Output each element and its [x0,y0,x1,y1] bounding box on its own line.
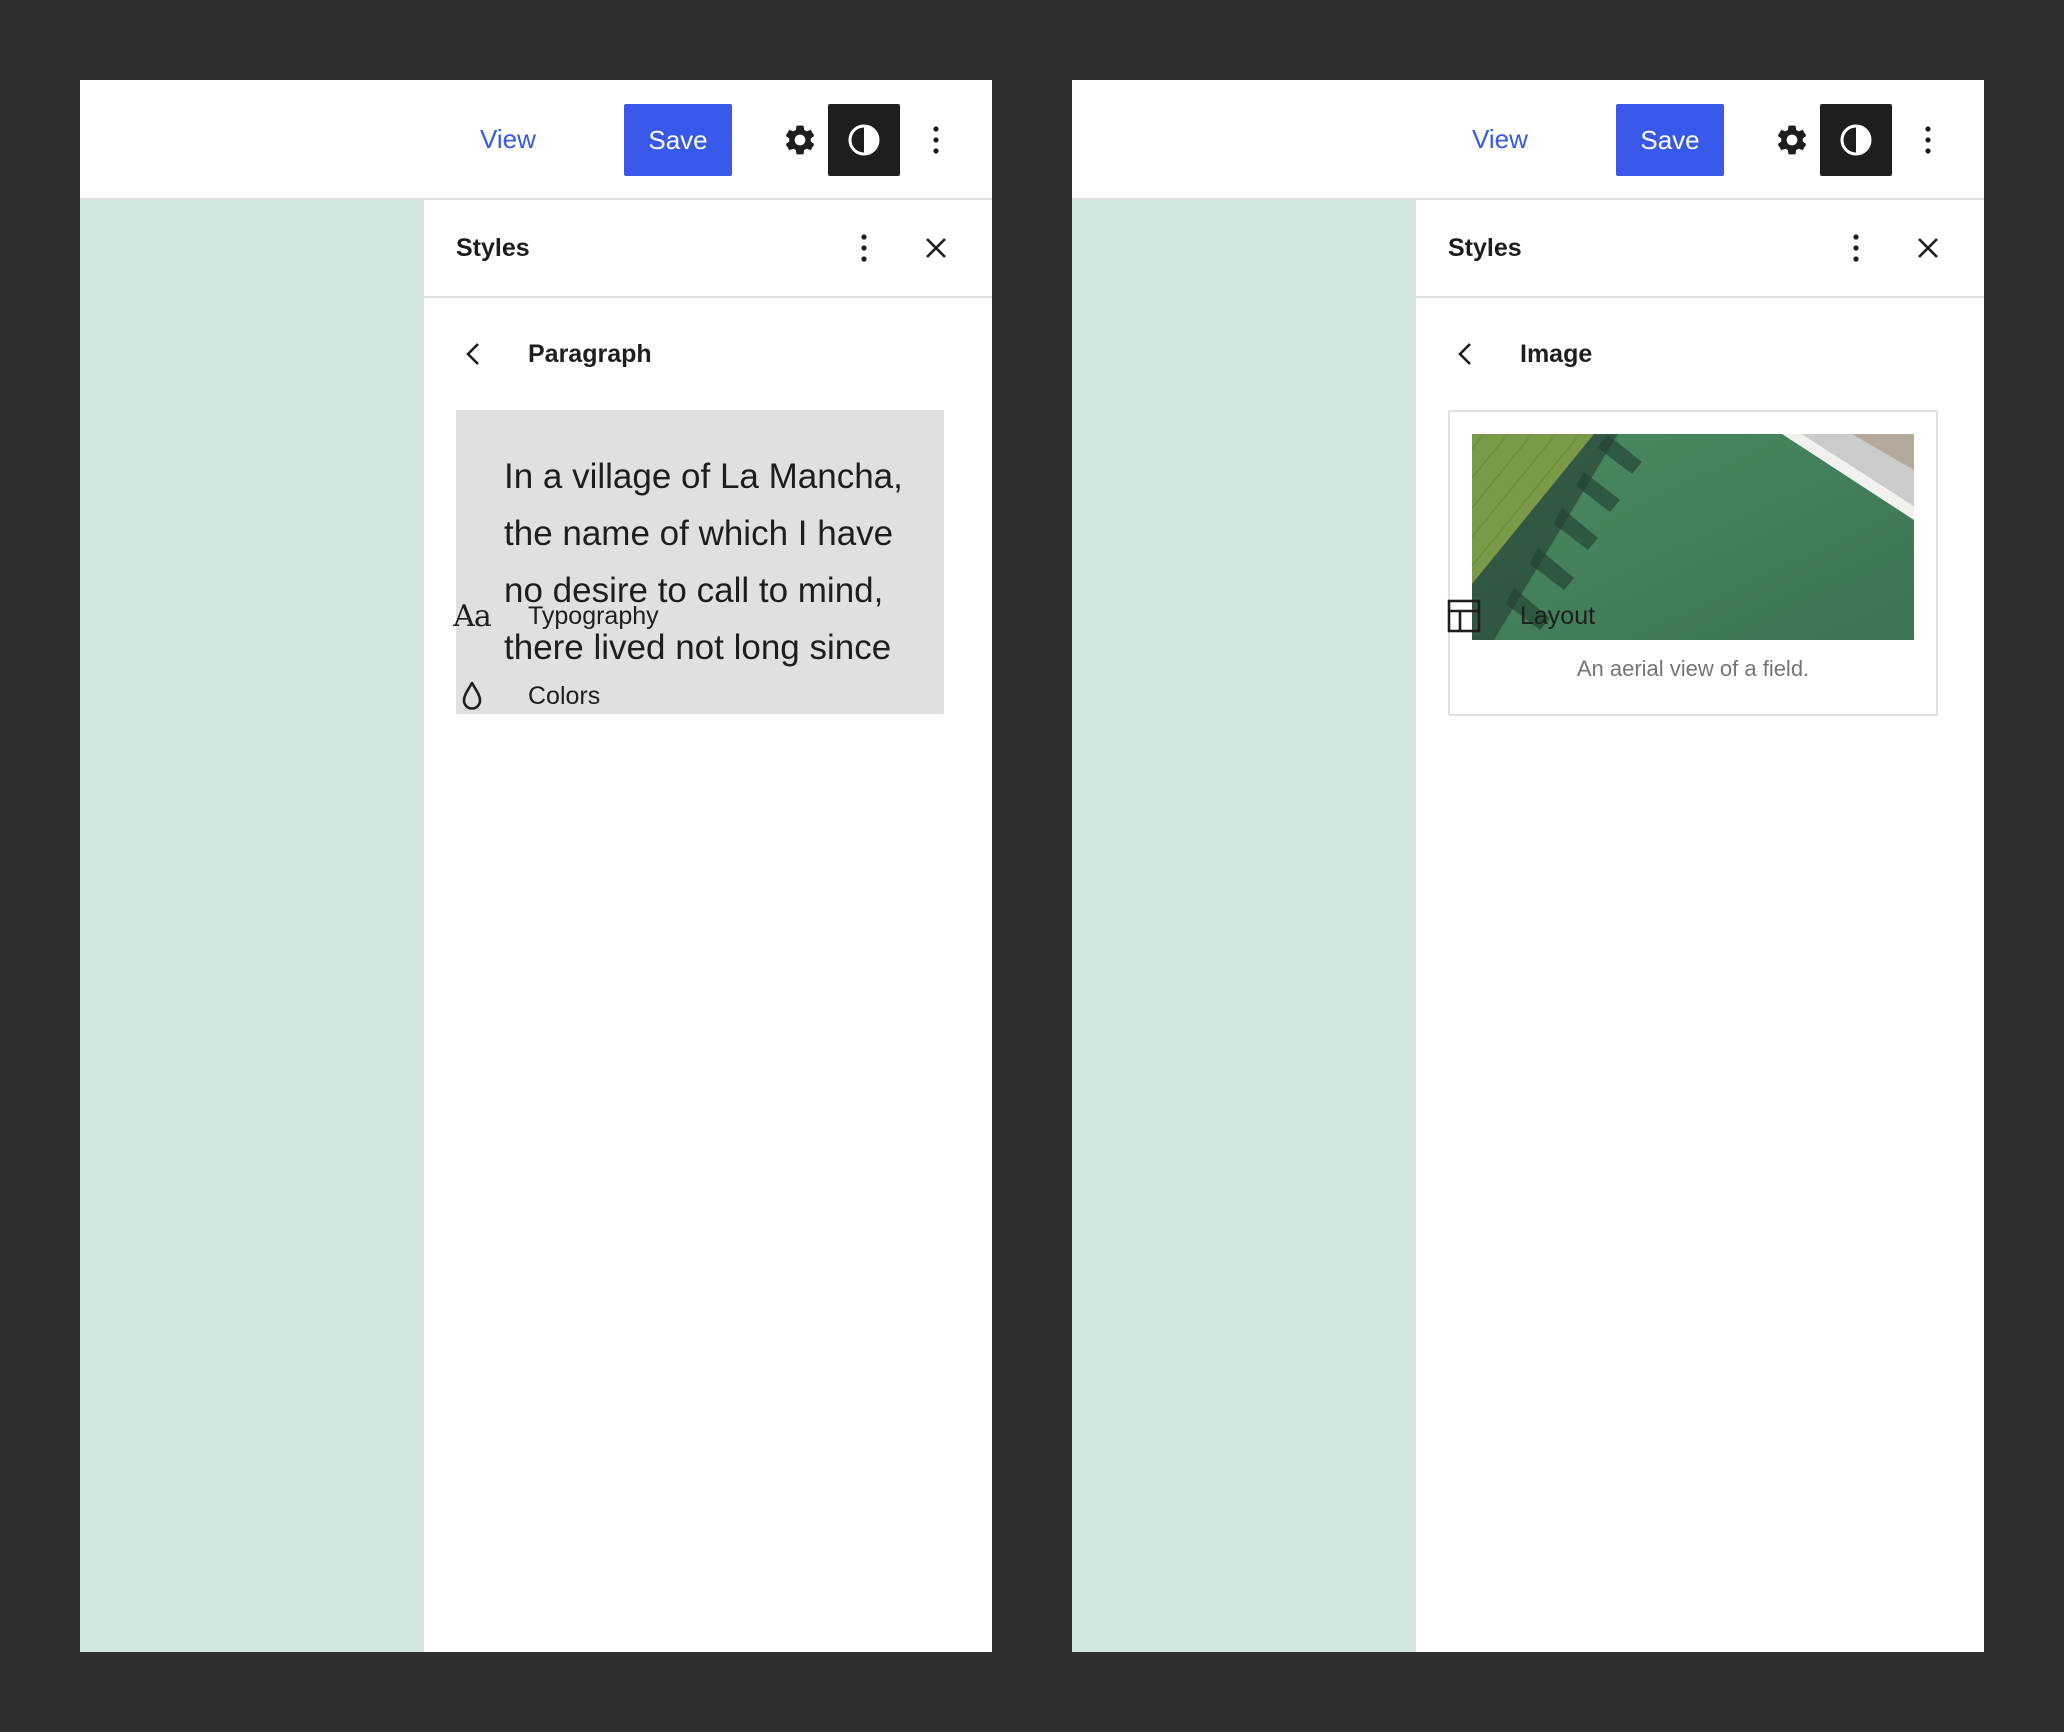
close-icon [926,238,946,258]
typography-icon: Aa [448,592,496,640]
menu-item-label: Colors [528,682,601,710]
sidebar-more-button[interactable] [1832,224,1880,272]
sidebar-title: Styles [1448,234,1522,262]
view-link[interactable]: View [480,120,536,158]
view-link[interactable]: View [1472,120,1528,158]
editor-canvas [80,200,424,1652]
options-button[interactable] [1892,104,1964,176]
chevron-left-icon [466,343,479,365]
menu-item-layout[interactable]: Layout [1440,584,1960,648]
editor-window-image: View Save Styles Image An aerial view of… [1072,80,1984,1652]
menu-item-label: Typography [528,602,659,630]
editor-header: View Save [80,80,992,200]
settings-button[interactable] [764,104,836,176]
close-sidebar-button[interactable] [912,224,960,272]
vertical-ellipsis-icon [1925,126,1931,154]
layout-icon [1447,599,1481,633]
editor-canvas [1072,200,1416,1652]
close-icon [1918,238,1938,258]
gear-icon [785,125,815,155]
styles-toggle-button[interactable] [1820,104,1892,176]
vertical-ellipsis-icon [1853,234,1859,262]
chevron-left-icon [1458,343,1471,365]
menu-item-typography[interactable]: Aa Typography [448,584,968,648]
settings-button[interactable] [1756,104,1828,176]
block-title: Paragraph [528,340,652,368]
sidebar-more-button[interactable] [840,224,888,272]
vertical-ellipsis-icon [861,234,867,262]
menu-item-colors[interactable]: Colors [448,664,968,728]
half-circle-contrast-icon [1840,124,1872,156]
typography-aa-glyph: Aa [453,598,492,634]
editor-window-paragraph: View Save Styles Paragraph In a village … [80,80,992,1652]
editor-header: View Save [1072,80,1984,200]
gear-icon [1777,125,1807,155]
sidebar-title: Styles [456,234,530,262]
sidebar-header: Styles [424,200,992,298]
options-button[interactable] [900,104,972,176]
menu-item-label: Layout [1520,602,1596,630]
droplet-icon [462,681,482,710]
image-caption: An aerial view of a field. [1576,656,1810,681]
sidebar-header: Styles [1416,200,1984,298]
block-title: Image [1520,340,1593,368]
save-button[interactable]: Save [624,104,732,176]
half-circle-contrast-icon [848,124,880,156]
block-preview: An aerial view of a field. [1448,410,1938,716]
styles-toggle-button[interactable] [828,104,900,176]
save-button[interactable]: Save [1616,104,1724,176]
back-button[interactable] [1446,334,1486,374]
vertical-ellipsis-icon [933,126,939,154]
styles-sidebar: Styles Image An aerial view of a field. … [1416,200,1984,1652]
close-sidebar-button[interactable] [1904,224,1952,272]
styles-sidebar: Styles Paragraph In a village of La Manc… [424,200,992,1652]
back-button[interactable] [454,334,494,374]
